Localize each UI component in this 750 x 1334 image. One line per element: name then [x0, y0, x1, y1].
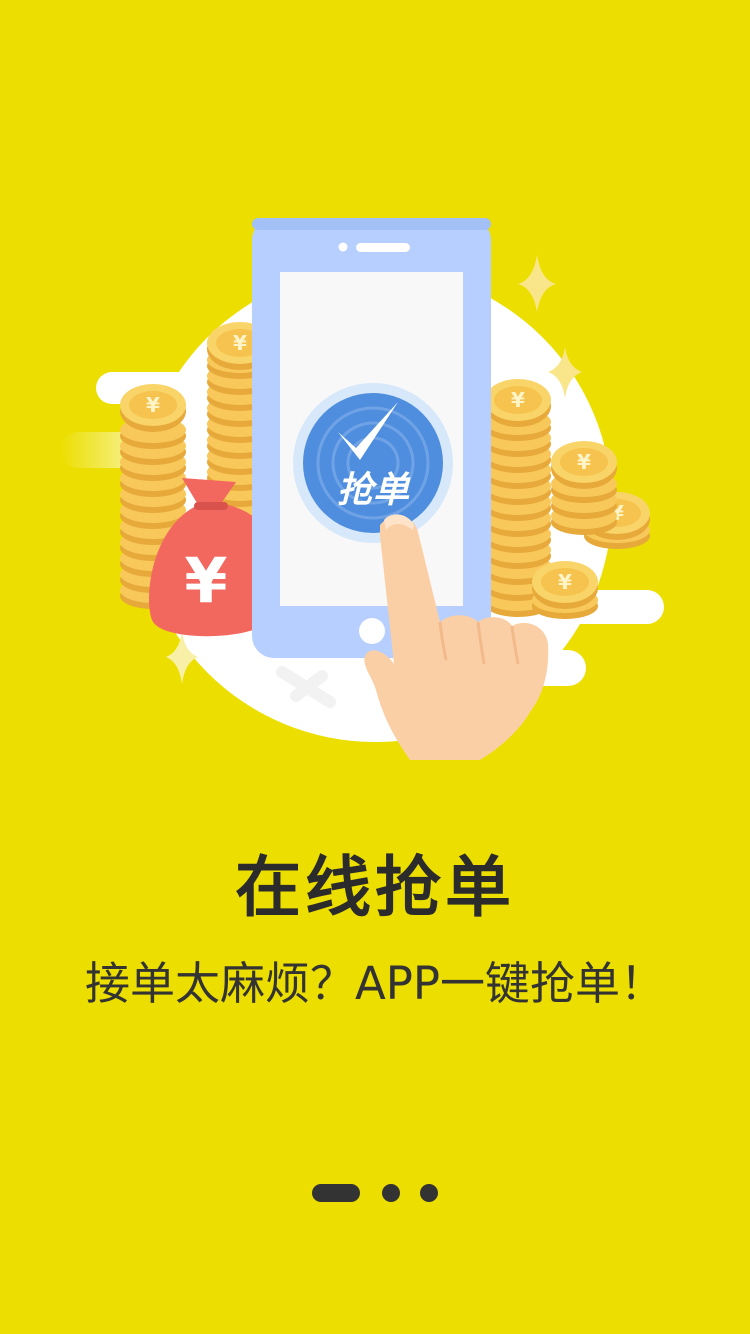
page-indicator[interactable] [0, 1182, 750, 1204]
page-title: 在线抢单 [235, 849, 515, 926]
page-dot-active[interactable] [312, 1184, 360, 1202]
sparkle-icon [518, 255, 556, 312]
svg-text:抢单: 抢单 [337, 470, 411, 511]
grab-order-badge: 抢单 [293, 383, 453, 543]
svg-text:¥: ¥ [184, 544, 227, 617]
home-button-icon [359, 618, 385, 644]
onboarding-illustration: ¥ 抢单 [60, 218, 664, 760]
page-dot[interactable] [420, 1184, 438, 1202]
page-dot[interactable] [382, 1184, 400, 1202]
page-subtitle: 接单太麻烦？APP一键抢单！ [84, 957, 666, 1010]
